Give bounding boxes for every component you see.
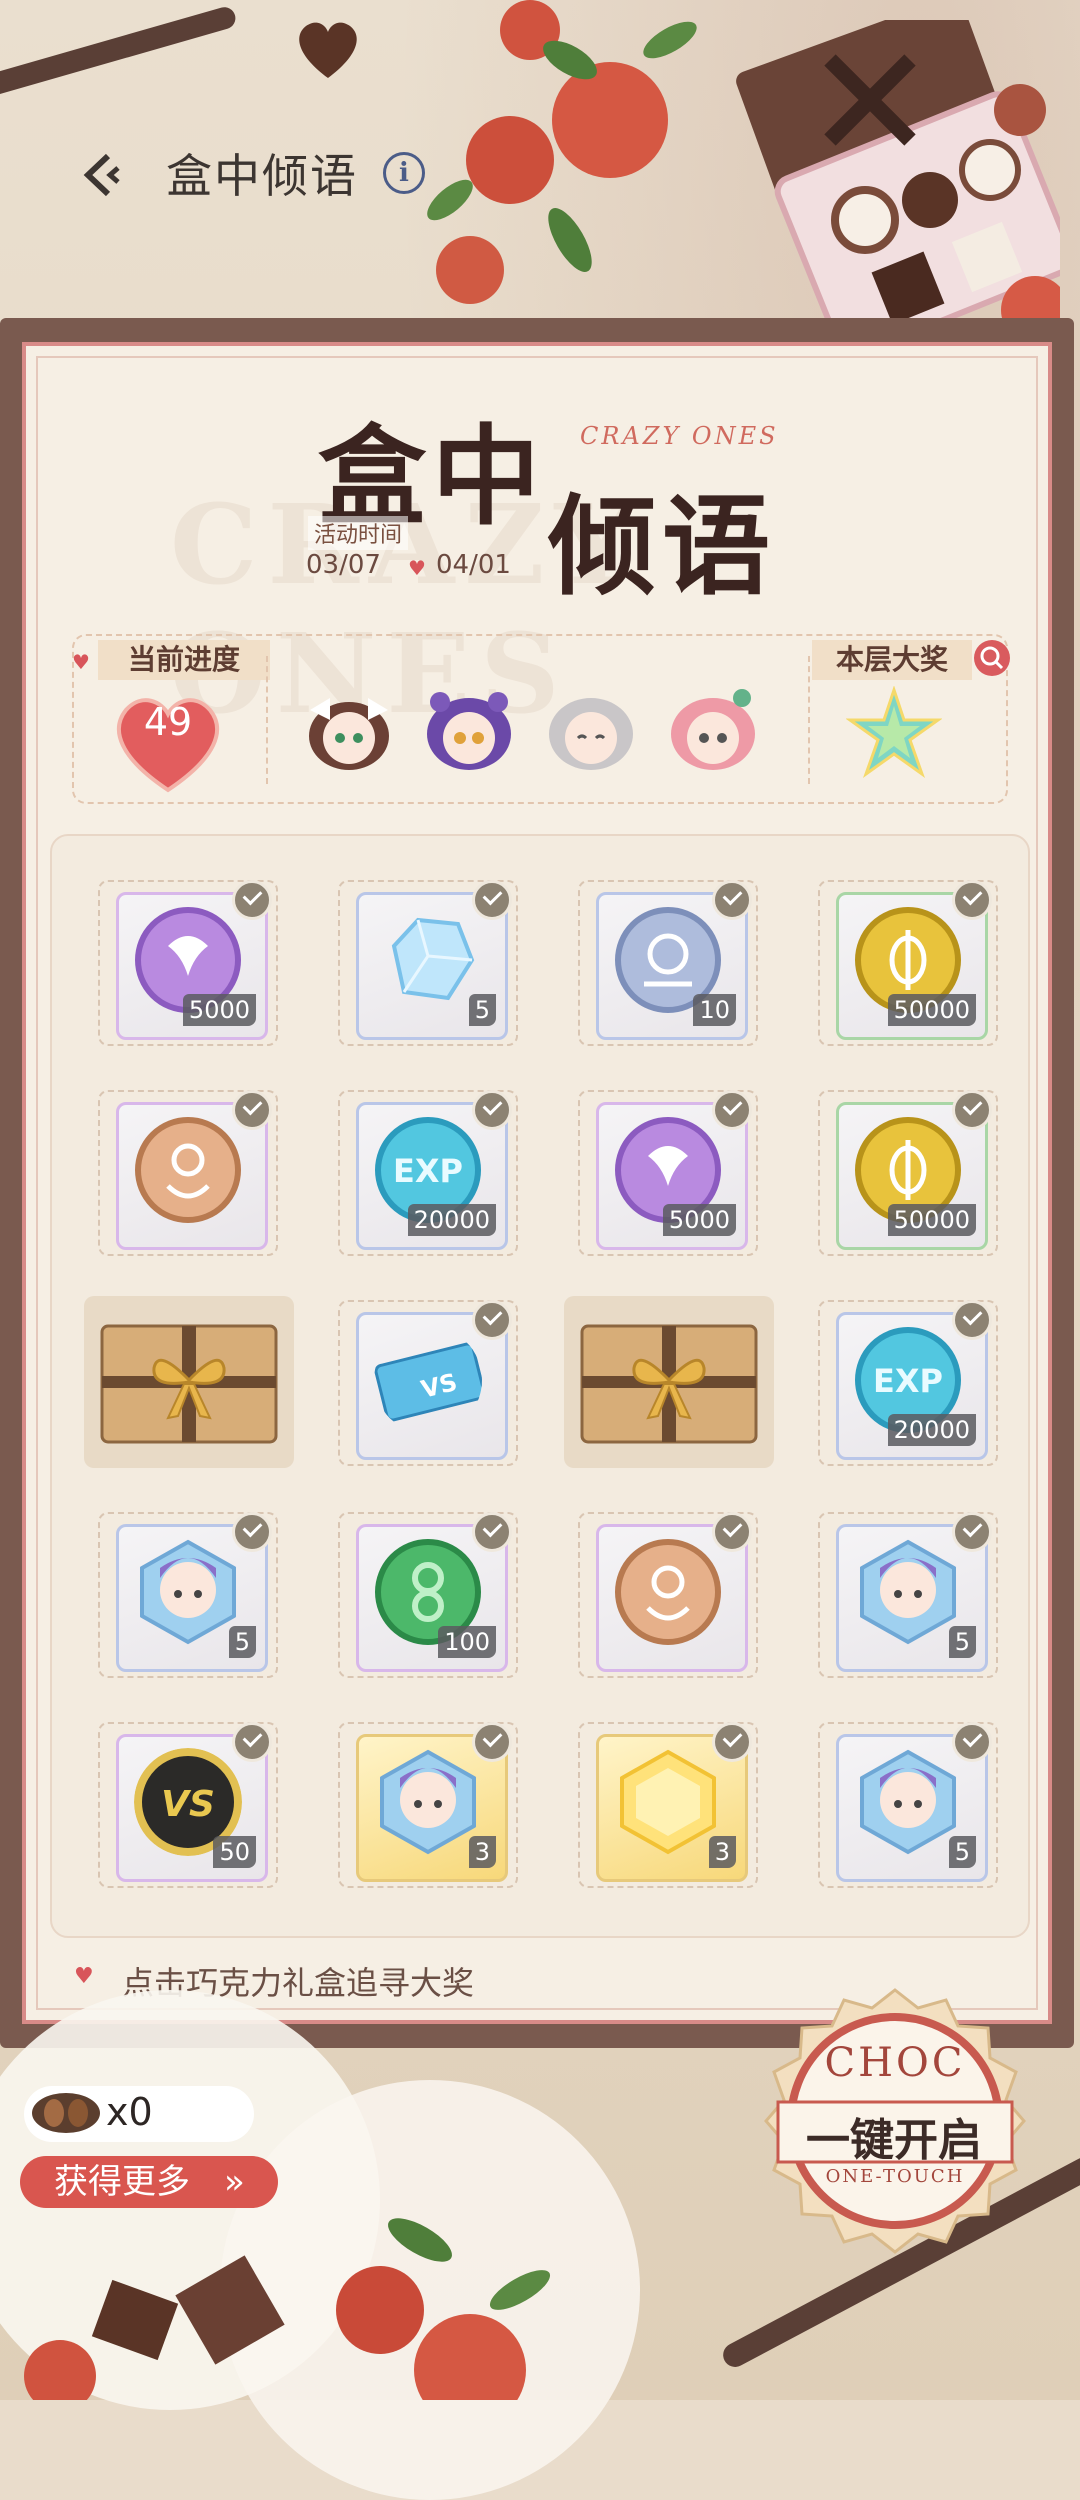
reward-quantity: 100 xyxy=(438,1626,496,1658)
gold-shard-icon xyxy=(620,1749,716,1855)
svg-text:VS: VS xyxy=(161,1784,215,1825)
claimed-check-icon xyxy=(712,1722,752,1762)
reward-cell[interactable] xyxy=(98,1090,278,1256)
reward-quantity: 20000 xyxy=(887,1414,976,1446)
heart-icon: ♥ xyxy=(74,1964,94,1989)
character-shard-icon xyxy=(140,1539,236,1645)
claimed-check-icon xyxy=(952,880,992,920)
claimed-check-icon xyxy=(232,1512,272,1552)
event-time-label: 活动时间 xyxy=(308,516,409,550)
reward-cell[interactable]: EXP 20000 xyxy=(818,1300,998,1466)
reward-cell[interactable]: VS xyxy=(338,1300,518,1466)
claimed-check-icon xyxy=(472,1300,512,1340)
reward-cell[interactable]: 5 xyxy=(98,1512,278,1678)
search-icon[interactable] xyxy=(974,640,1010,676)
claimed-check-icon xyxy=(472,880,512,920)
roses-decor xyxy=(427,0,697,304)
heart-chocolate-icon xyxy=(299,22,357,78)
reward-cell[interactable]: 3 xyxy=(578,1722,758,1888)
reward-quantity: 50000 xyxy=(887,994,976,1026)
claimed-check-icon xyxy=(952,1512,992,1552)
reward-quantity: 20000 xyxy=(407,1204,496,1236)
grand-prize-label: 本层大奖 xyxy=(812,640,972,680)
roses-decor xyxy=(24,2218,551,2400)
character-avatar-icon xyxy=(427,692,511,770)
cocoa-beans-icon xyxy=(32,2093,100,2133)
reward-quantity: 3 xyxy=(468,1836,496,1868)
claimed-check-icon xyxy=(712,1090,752,1130)
event-end-date: 04/01 xyxy=(436,550,511,580)
reward-quantity: 5 xyxy=(468,994,496,1026)
reward-quantity: 5 xyxy=(948,1836,976,1868)
claimed-check-icon xyxy=(712,1512,752,1552)
reward-cell[interactable]: 5000 xyxy=(578,1090,758,1256)
svg-text:EXP: EXP xyxy=(873,1362,943,1400)
divider xyxy=(266,656,268,784)
divider xyxy=(808,656,810,784)
event-start-date: 03/07 xyxy=(306,550,381,580)
gift-box-cell[interactable] xyxy=(84,1296,294,1468)
event-subtitle: CRAZY ONES xyxy=(580,422,779,450)
progress-label: 当前进度 xyxy=(98,640,270,680)
claimed-check-icon xyxy=(952,1090,992,1130)
reward-cell[interactable]: VS 50 xyxy=(98,1722,278,1888)
star-crystal-icon[interactable] xyxy=(846,686,942,782)
currency-count: x0 xyxy=(106,2090,153,2134)
claimed-check-icon xyxy=(952,1300,992,1340)
character-shard-icon xyxy=(860,1749,956,1855)
reward-cell[interactable]: 10 xyxy=(578,880,758,1046)
event-logo-line2: 倾语 xyxy=(548,484,777,610)
claimed-check-icon xyxy=(232,1090,272,1130)
character-avatar-icon xyxy=(549,698,633,770)
reward-quantity: 3 xyxy=(708,1836,736,1868)
heart-icon: ♥ xyxy=(72,650,90,674)
reward-cell[interactable]: 5 xyxy=(818,1512,998,1678)
heart-icon: ♥ xyxy=(408,556,426,580)
reward-cell[interactable]: 50000 xyxy=(818,1090,998,1256)
character-avatar-icon xyxy=(671,689,755,770)
reward-cell[interactable]: 3 xyxy=(338,1722,518,1888)
reward-cell[interactable]: 50000 xyxy=(818,880,998,1046)
reward-cell[interactable] xyxy=(578,1512,758,1678)
chocolate-box-decor xyxy=(736,20,1060,340)
reward-quantity: 5 xyxy=(228,1626,256,1658)
info-icon[interactable]: i xyxy=(383,152,425,194)
svg-text:EXP: EXP xyxy=(393,1152,463,1190)
bronze-medal-icon xyxy=(615,1539,721,1645)
character-shard-icon xyxy=(380,1749,476,1855)
reward-cell[interactable]: 5 xyxy=(818,1722,998,1888)
reward-quantity: 10 xyxy=(693,994,736,1026)
back-arrow-icon[interactable] xyxy=(78,150,128,200)
reward-quantity: 50 xyxy=(213,1836,256,1868)
one-touch-label: 一键开启 xyxy=(806,2115,982,2166)
claimed-check-icon xyxy=(952,1722,992,1762)
page-title: 盒中倾语 xyxy=(166,149,358,203)
character-avatar-icon xyxy=(309,698,389,770)
one-touch-badge-bottom: ONE-TOUCH xyxy=(825,2166,965,2187)
gift-box-icon xyxy=(580,1324,758,1444)
claimed-check-icon xyxy=(472,1090,512,1130)
reward-quantity: 5000 xyxy=(662,1204,736,1236)
claimed-check-icon xyxy=(712,880,752,920)
one-touch-badge-top: CHOC xyxy=(824,2040,966,2086)
reward-quantity: 50000 xyxy=(887,1204,976,1236)
reward-quantity: 5000 xyxy=(182,994,256,1026)
gift-box-icon xyxy=(100,1324,278,1444)
vs-ticket-icon: VS xyxy=(374,1342,482,1422)
claimed-check-icon xyxy=(232,880,272,920)
reward-cell[interactable]: 100 xyxy=(338,1512,518,1678)
claimed-check-icon xyxy=(232,1722,272,1762)
progress-value: 49 xyxy=(143,700,193,744)
claimed-check-icon xyxy=(472,1512,512,1552)
reward-cell[interactable]: EXP 20000 xyxy=(338,1090,518,1256)
gift-box-cell[interactable] xyxy=(564,1296,774,1468)
blue-crystal-icon xyxy=(391,917,475,1001)
reward-cell[interactable]: 5 xyxy=(338,880,518,1046)
character-shard-icon xyxy=(860,1539,956,1645)
reward-cell[interactable]: 5000 xyxy=(98,880,278,1046)
reward-quantity: 5 xyxy=(948,1626,976,1658)
claimed-check-icon xyxy=(472,1722,512,1762)
bronze-medal-icon xyxy=(135,1117,241,1223)
